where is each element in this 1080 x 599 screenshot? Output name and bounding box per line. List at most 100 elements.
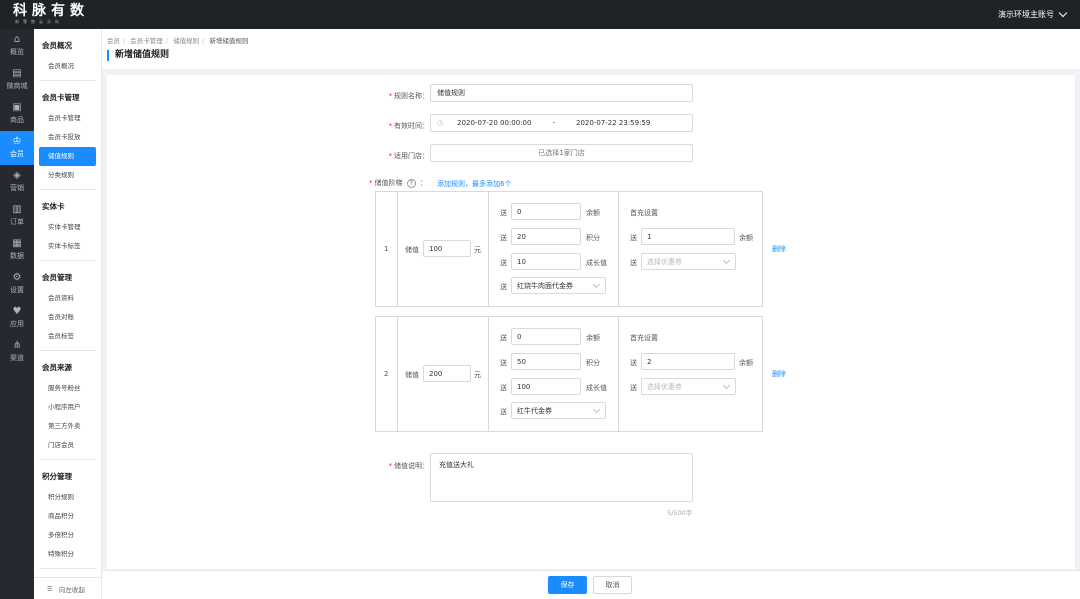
deposit-amount-input[interactable]: 100	[423, 240, 471, 257]
menu-item[interactable]: 分类规则	[39, 166, 96, 185]
rule-name-label: * 规则名称：	[388, 92, 430, 100]
growth-unit: 成长值	[586, 259, 607, 267]
menu-item[interactable]: 第三方外卖	[39, 417, 96, 436]
form-panel: * 规则名称： 储值规则 * 有效时间： ◷ 2020-07-20 00:00:00…	[107, 75, 1075, 569]
menu-item[interactable]: 实体卡标签	[39, 237, 96, 256]
nav-item-channel[interactable]: ⋔ 渠道	[0, 335, 34, 369]
delete-tier-link[interactable]: 删除	[772, 244, 786, 254]
nav-item-label: 会员	[10, 150, 24, 158]
nav-item-label: 商品	[10, 116, 24, 124]
deposit-label: 储值	[405, 246, 419, 254]
nav-item-bag[interactable]: ▣ 商品	[0, 97, 34, 131]
give-label: 送	[500, 384, 507, 392]
page-header: 会员 / 会员卡管理 / 储值规则 / 新增储值规则 新增储值规则	[102, 29, 1080, 69]
first-charge-balance-input[interactable]: 1	[641, 228, 735, 245]
valid-time-label: * 有效时间：	[388, 122, 430, 130]
reward-growth-input[interactable]: 10	[511, 253, 581, 270]
tier-index: 2	[384, 370, 389, 378]
give-label: 送	[500, 408, 507, 416]
menu-item[interactable]: 商品积分	[39, 507, 96, 526]
give-label: 送	[500, 234, 507, 242]
menu-item[interactable]: 小程序用户	[39, 398, 96, 417]
menu-item[interactable]: 积分规则	[39, 488, 96, 507]
balance-unit: 余额	[586, 209, 600, 217]
nav-item-gear[interactable]: ⚙ 设置	[0, 267, 34, 301]
chevron-down-icon	[592, 405, 601, 413]
deposit-amount-input[interactable]: 200	[423, 365, 471, 382]
menu-item[interactable]: 会员卡管理	[39, 109, 96, 128]
store-label: * 适用门店：	[388, 152, 430, 160]
nav-item-order[interactable]: ▥ 订单	[0, 199, 34, 233]
tier-label: * 储值阶梯 ? ：	[369, 179, 427, 188]
top-bar: 科脉有数 新零售云分析 演示环境主账号	[0, 0, 1080, 29]
store-select-button[interactable]: 已选择1家门店	[430, 144, 693, 162]
add-tier-link[interactable]: 添加规则，最多添加6个	[437, 179, 511, 189]
brand-logo[interactable]: 科脉有数 新零售云分析	[13, 3, 89, 24]
home-icon: ⌂	[13, 34, 21, 45]
reward-balance-input[interactable]: 0	[511, 328, 581, 345]
menu-item[interactable]: 会员卡投放	[39, 128, 96, 147]
reward-growth-input[interactable]: 100	[511, 378, 581, 395]
nav-item-chart[interactable]: ▦ 数据	[0, 233, 34, 267]
menu-item[interactable]: 服务号粉丝	[39, 379, 96, 398]
breadcrumb-item[interactable]: 会员	[107, 37, 120, 45]
give-label: 送	[500, 359, 507, 367]
heart-icon: ♥	[12, 306, 22, 317]
account-menu[interactable]: 演示环境主账号	[998, 8, 1068, 20]
tier-amount-cell: 储值 200 元	[398, 317, 489, 431]
breadcrumb-item[interactable]: 储值规则	[173, 37, 199, 45]
help-icon[interactable]: ?	[406, 179, 416, 188]
save-button[interactable]: 保存	[548, 576, 587, 594]
menu-group-title: 会员概况	[42, 41, 72, 50]
menu-item[interactable]: 会员概况	[39, 57, 96, 76]
menu-group: 会员管理 会员资料 会员对账 会员标签	[39, 261, 96, 351]
chevron-down-icon	[1058, 8, 1068, 18]
storage-tier: 2 储值 200 元送 0 余额送 50 积分送 100 成长值送红牛代金券 首充设置送 2 余额送选择…	[375, 316, 763, 432]
collapse-icon: ☰	[47, 584, 53, 593]
nav-item-home[interactable]: ⌂ 概览	[0, 29, 34, 63]
first-charge-balance-input[interactable]: 2	[641, 353, 735, 370]
valid-time-range-picker[interactable]: ◷ 2020-07-20 00:00:00 - 2020-07-22 23:59…	[430, 114, 693, 132]
reward-points-input[interactable]: 50	[511, 353, 581, 370]
reward-coupon-select[interactable]: 红牛代金券	[511, 402, 606, 419]
collapse-sidebar-button[interactable]: ☰ 向左收起	[34, 577, 101, 599]
cancel-button[interactable]: 取消	[593, 576, 632, 594]
menu-item[interactable]: 储值规则	[39, 147, 96, 166]
delete-tier-link[interactable]: 删除	[772, 369, 786, 379]
account-label: 演示环境主账号	[998, 10, 1054, 19]
reward-balance-input[interactable]: 0	[511, 203, 581, 220]
menu-item[interactable]: 多倍积分	[39, 526, 96, 545]
first-charge-coupon-select[interactable]: 选择优惠券	[641, 253, 736, 270]
menu-item[interactable]: 会员资料	[39, 289, 96, 308]
first-charge-title: 首充设置	[630, 209, 658, 217]
rule-name-input[interactable]: 储值规则	[430, 84, 693, 102]
reward-coupon-select[interactable]: 红烧牛肉面代金券	[511, 277, 606, 294]
reward-points-input[interactable]: 20	[511, 228, 581, 245]
nav-item-tag[interactable]: ◈ 营销	[0, 165, 34, 199]
first-charge-coupon-select[interactable]: 选择优惠券	[641, 378, 736, 395]
nav-item-heart[interactable]: ♥ 应用	[0, 301, 34, 335]
description-textarea[interactable]: 充值送大礼	[430, 453, 693, 502]
nav-item-crown[interactable]: ♔ 会员	[0, 131, 34, 165]
tier-first-charge-cell: 首充设置送 1 余额送选择优惠券	[619, 192, 764, 306]
menu-group-title: 积分管理	[42, 472, 72, 481]
tier-index: 1	[384, 245, 389, 253]
tier-first-charge-cell: 首充设置送 2 余额送选择优惠券	[619, 317, 764, 431]
menu-item[interactable]: 实体卡管理	[39, 218, 96, 237]
tag-icon: ◈	[13, 170, 21, 181]
yuan-label: 元	[474, 246, 481, 254]
brand-name: 科脉有数	[13, 3, 89, 19]
breadcrumb-item[interactable]: 会员卡管理	[130, 37, 163, 45]
nav-item-store[interactable]: ▤ 微商城	[0, 63, 34, 97]
menu-group: 会员概况 会员概况	[39, 29, 96, 81]
chevron-down-icon	[722, 381, 731, 389]
menu-item[interactable]: 特殊积分	[39, 545, 96, 564]
yuan-label: 元	[474, 371, 481, 379]
menu-item[interactable]: 门店会员	[39, 436, 96, 455]
points-unit: 积分	[586, 359, 600, 367]
menu-item[interactable]: 会员对账	[39, 308, 96, 327]
menu-item[interactable]: 会员标签	[39, 327, 96, 346]
first-charge-title: 首充设置	[630, 334, 658, 342]
points-unit: 积分	[586, 234, 600, 242]
growth-unit: 成长值	[586, 384, 607, 392]
